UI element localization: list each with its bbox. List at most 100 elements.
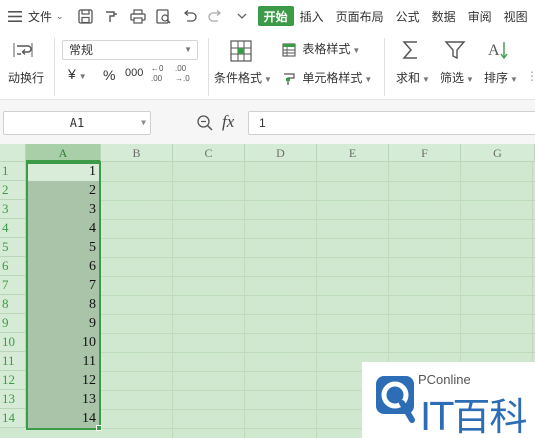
file-menu[interactable]: 文件 ⌄: [28, 0, 64, 32]
row-header[interactable]: 8: [0, 295, 26, 314]
filter-label: 筛选: [440, 71, 465, 85]
ribbon-separator: [208, 38, 209, 96]
cell-style-label: 单元格样式: [302, 71, 363, 85]
print-preview-icon[interactable]: [154, 8, 174, 24]
name-box-value: A1: [69, 116, 85, 130]
number-format-value: 常规: [69, 43, 94, 57]
file-menu-label: 文件: [28, 9, 53, 24]
thousands-symbol: 000: [125, 67, 144, 79]
number-format-select[interactable]: 常规 ▼: [62, 40, 198, 60]
conditional-format-icon[interactable]: [230, 40, 252, 65]
cell-a4[interactable]: 4: [27, 219, 99, 238]
ribbon-separator: [384, 38, 385, 96]
formula-bar: A1 ▼ fx 1: [0, 100, 535, 144]
cell-a13[interactable]: 13: [27, 390, 99, 409]
insert-function-button[interactable]: fx: [222, 112, 234, 132]
gridline: [316, 162, 317, 438]
svg-text:.00: .00: [151, 74, 163, 83]
name-box[interactable]: A1 ▼: [3, 111, 151, 135]
row-header[interactable]: 10: [0, 333, 26, 352]
fill-handle[interactable]: [96, 425, 102, 431]
row-header[interactable]: 11: [0, 352, 26, 371]
redo-icon[interactable]: [206, 9, 226, 23]
formula-input[interactable]: 1: [248, 111, 535, 135]
cell-a10[interactable]: 10: [27, 333, 99, 352]
increase-decimal-icon[interactable]: ←0.00: [150, 62, 170, 87]
menu-bar: 文件 ⌄ 开始 插入 页面布局 公式 数据 审阅 视图: [0, 0, 535, 32]
print-icon[interactable]: [128, 8, 148, 24]
save-icon[interactable]: [76, 8, 96, 24]
row-header[interactable]: 5: [0, 238, 26, 257]
pconline-logo-icon: [374, 374, 416, 427]
column-header-e[interactable]: E: [317, 144, 389, 162]
percent-format-button[interactable]: %: [103, 67, 115, 83]
zoom-formula-icon[interactable]: [196, 114, 214, 135]
row-header[interactable]: 2: [0, 181, 26, 200]
column-header-a[interactable]: A: [26, 144, 101, 162]
sum-button[interactable]: 求和 ▼: [396, 69, 430, 86]
customize-toolbar-icon[interactable]: [232, 12, 252, 20]
conditional-format-button[interactable]: 条件格式 ▼: [214, 69, 272, 86]
row-header[interactable]: 14: [0, 409, 26, 428]
cell-a6[interactable]: 6: [27, 257, 99, 276]
tab-review[interactable]: 审阅: [462, 6, 498, 26]
gridline: [172, 162, 173, 438]
wrap-text-button[interactable]: 动换行: [8, 69, 44, 86]
currency-format-button[interactable]: ¥ ▼: [68, 66, 87, 82]
row-header[interactable]: 7: [0, 276, 26, 295]
undo-icon[interactable]: [180, 9, 200, 23]
row-header[interactable]: 3: [0, 200, 26, 219]
gridline: [26, 314, 535, 315]
cell-a5[interactable]: 5: [27, 238, 99, 257]
cell-a8[interactable]: 8: [27, 295, 99, 314]
tab-page-layout[interactable]: 页面布局: [330, 6, 390, 26]
tab-data[interactable]: 数据: [426, 6, 462, 26]
table-style-button[interactable]: 表格样式 ▼: [282, 40, 360, 57]
chevron-down-icon: ▼: [141, 118, 146, 127]
svg-text:A: A: [488, 42, 500, 59]
tab-insert[interactable]: 插入: [294, 6, 330, 26]
row-header[interactable]: 6: [0, 257, 26, 276]
ribbon-separator: [54, 38, 55, 96]
svg-text:→.0: →.0: [175, 74, 190, 83]
row-header[interactable]: 13: [0, 390, 26, 409]
gridline: [26, 181, 535, 182]
cell-a2[interactable]: 2: [27, 181, 99, 200]
gridline: [26, 333, 535, 334]
cell-a7[interactable]: 7: [27, 276, 99, 295]
thousands-separator-button[interactable]: 000: [125, 67, 143, 79]
filter-button[interactable]: 筛选 ▼: [440, 69, 474, 86]
chevron-down-icon: ▼: [184, 45, 192, 54]
row-header[interactable]: 12: [0, 371, 26, 390]
cell-a1[interactable]: 1: [27, 162, 99, 181]
sum-icon[interactable]: [400, 39, 422, 64]
sort-icon[interactable]: A: [488, 39, 512, 64]
column-header-d[interactable]: D: [245, 144, 317, 162]
select-all-corner[interactable]: [0, 144, 26, 162]
cell-a9[interactable]: 9: [27, 314, 99, 333]
filter-icon[interactable]: [444, 39, 466, 64]
tab-view[interactable]: 视图: [498, 6, 534, 26]
tab-home[interactable]: 开始: [257, 6, 294, 26]
decrease-decimal-icon[interactable]: .00 →.0: [174, 62, 194, 87]
column-header-f[interactable]: F: [389, 144, 461, 162]
format-painter-icon[interactable]: [102, 9, 122, 24]
column-header-b[interactable]: B: [101, 144, 173, 162]
cell-style-button[interactable]: 单元格样式 ▼: [282, 69, 372, 86]
row-header[interactable]: 1: [0, 162, 26, 181]
cell-a3[interactable]: 3: [27, 200, 99, 219]
cell-a14[interactable]: 14: [27, 409, 99, 428]
cell-a11[interactable]: 11: [27, 352, 99, 371]
table-style-label: 表格样式: [302, 42, 351, 56]
cell-a12[interactable]: 12: [27, 371, 99, 390]
sort-button[interactable]: 排序 ▼: [484, 69, 518, 86]
hamburger-menu-icon[interactable]: [6, 0, 24, 32]
column-header-c[interactable]: C: [173, 144, 245, 162]
tab-formulas[interactable]: 公式: [390, 6, 426, 26]
gridline: [26, 257, 535, 258]
column-header-g[interactable]: G: [461, 144, 535, 162]
more-ribbon-icon[interactable]: ⋮: [526, 69, 535, 83]
wrap-text-icon[interactable]: [12, 40, 34, 63]
row-header[interactable]: 4: [0, 219, 26, 238]
row-header[interactable]: 9: [0, 314, 26, 333]
